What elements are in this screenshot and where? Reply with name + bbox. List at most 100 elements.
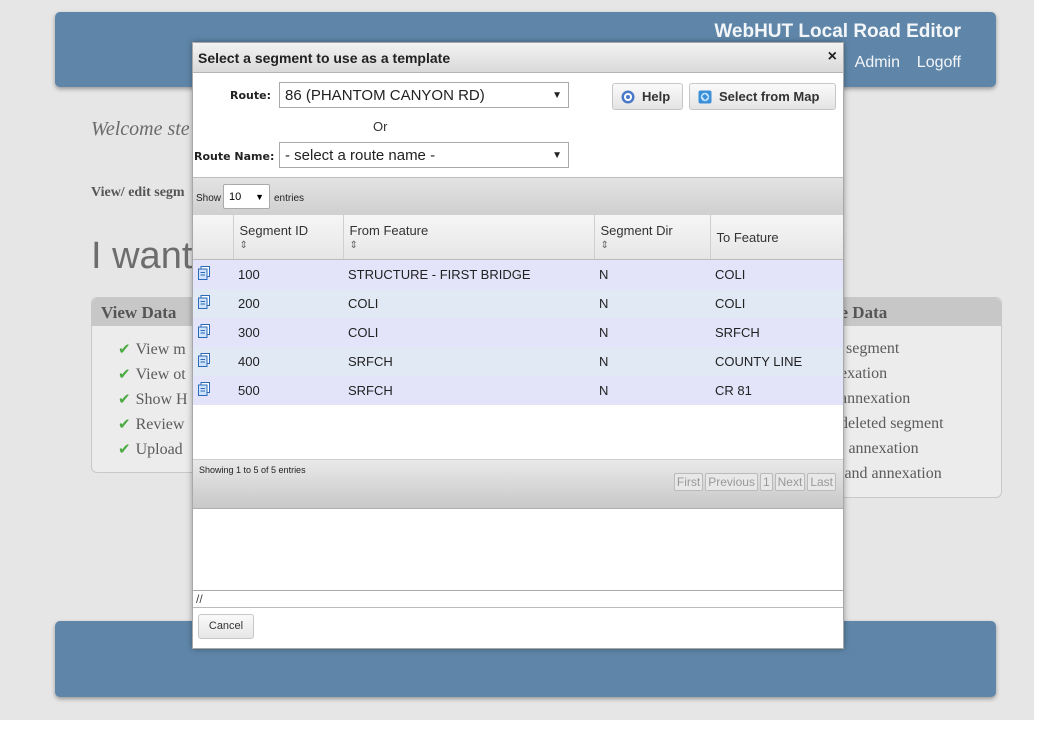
view-data-item-label: Upload (135, 441, 183, 458)
route-label: Route: (230, 89, 271, 102)
table-row[interactable]: 500 SRFCH N CR 81 (193, 376, 843, 405)
help-button-label: Help (642, 89, 671, 104)
copy-icon[interactable] (198, 295, 210, 309)
column-header-label: To Feature (716, 229, 779, 245)
segment-dir-cell: N (594, 347, 710, 376)
table-footer: Showing 1 to 5 of 5 entries First Previo… (193, 459, 843, 509)
table-row[interactable]: 400 SRFCH N COUNTY LINE (193, 347, 843, 376)
segment-id-cell: 300 (233, 318, 343, 347)
view-data-item-label: Show H (135, 391, 188, 408)
sort-icon: ⇕ (349, 240, 358, 251)
app-title: WebHUT Local Road Editor (714, 21, 961, 42)
column-header-label: From Feature (349, 223, 429, 238)
copy-icon[interactable] (198, 324, 210, 338)
table-toolbar: Show 10 ▼ entries (193, 177, 843, 217)
copy-icon[interactable] (198, 266, 210, 280)
to-feature-cell: COLI (710, 289, 843, 318)
page-1-button[interactable]: 1 (759, 473, 773, 491)
from-feature-cell: COLI (343, 289, 594, 318)
view-data-item-label: View m (135, 341, 186, 358)
to-feature-cell: COUNTY LINE (710, 347, 843, 376)
dialog-title: Select a segment to use as a template (198, 50, 451, 66)
save-data-item[interactable]: exation (840, 365, 887, 383)
check-icon: ✔ (118, 342, 131, 358)
copy-cell[interactable] (193, 289, 233, 318)
copy-icon[interactable] (198, 353, 210, 367)
to-feature-cell: COLI (710, 259, 843, 289)
sort-icon: ⇕ (239, 240, 248, 251)
column-header-from-feature[interactable]: From Feature ⇕ (343, 215, 595, 260)
last-page-button[interactable]: Last (807, 473, 836, 491)
route-select-value: 86 (PHANTOM CANYON RD) (285, 87, 485, 104)
check-icon: ✔ (118, 392, 131, 408)
previous-page-button[interactable]: Previous (705, 473, 758, 491)
table-row[interactable]: 100 STRUCTURE - FIRST BRIDGE N COLI (193, 259, 843, 289)
select-from-map-button[interactable]: Select from Map (689, 83, 836, 110)
welcome-text: Welcome ste (91, 118, 190, 140)
first-page-button[interactable]: First (673, 473, 704, 491)
view-data-item[interactable]: ✔ Review (118, 415, 184, 434)
copy-cell[interactable] (193, 347, 233, 376)
segments-table: Segment ID ⇕ From Feature ⇕ Segment Dir ⇕ T… (193, 215, 843, 405)
cancel-button[interactable]: Cancel (198, 614, 254, 639)
view-data-item[interactable]: ✔ View ot (118, 365, 186, 384)
copy-cell[interactable] (193, 318, 233, 347)
column-header-label: Segment ID (239, 223, 309, 238)
segment-dir-cell: N (594, 376, 710, 405)
from-feature-cell: COLI (343, 318, 594, 347)
dialog-titlebar[interactable]: Select a segment to use as a template × (193, 43, 843, 73)
resize-handle-icon[interactable]: // (196, 592, 203, 606)
show-label: Show (196, 193, 222, 204)
to-feature-cell: CR 81 (710, 376, 843, 405)
select-segment-dialog: Select a segment to use as a template × … (192, 42, 844, 649)
to-feature-cell: SRFCH (710, 318, 843, 347)
view-edit-segment-link[interactable]: View/ edit segm (91, 185, 185, 201)
column-header-to-feature[interactable]: To Feature (710, 215, 843, 260)
next-page-button[interactable]: Next (774, 473, 806, 491)
view-data-item[interactable]: ✔ Show H (118, 390, 188, 409)
from-feature-cell: STRUCTURE - FIRST BRIDGE (343, 259, 594, 289)
view-data-item[interactable]: ✔ View m (118, 340, 186, 359)
check-icon: ✔ (118, 367, 131, 383)
select-from-map-label: Select from Map (719, 89, 820, 104)
route-name-select[interactable]: - select a route name - ▼ (279, 142, 569, 168)
page-length-select[interactable]: 10 ▼ (223, 184, 270, 209)
close-icon[interactable]: × (828, 48, 837, 66)
save-data-item[interactable]: annexation (840, 390, 910, 408)
route-name-label: Route Name: (194, 150, 275, 163)
chevron-down-icon: ▼ (255, 192, 264, 202)
view-data-item-label: Review (135, 416, 185, 433)
save-data-item[interactable]: deleted segment (840, 415, 944, 433)
column-header-action (193, 215, 234, 260)
save-data-item[interactable]: l annexation (840, 440, 919, 458)
table-info: Showing 1 to 5 of 5 entries (199, 465, 306, 475)
view-data-item[interactable]: ✔ Upload (118, 440, 183, 459)
copy-icon[interactable] (198, 382, 210, 396)
from-feature-cell: SRFCH (343, 376, 594, 405)
map-icon (698, 90, 712, 104)
help-button[interactable]: Help (612, 83, 683, 110)
segment-id-cell: 500 (233, 376, 343, 405)
segment-dir-cell: N (594, 318, 710, 347)
column-header-segment-dir[interactable]: Segment Dir ⇕ (594, 215, 711, 260)
resize-bar: // (193, 590, 843, 608)
check-icon: ✔ (118, 442, 131, 458)
logoff-link[interactable]: Logoff (917, 54, 961, 72)
segment-id-cell: 200 (233, 289, 343, 318)
save-data-item[interactable]: land annexation (840, 465, 942, 483)
table-row[interactable]: 300 COLI N SRFCH (193, 318, 843, 347)
sort-icon: ⇕ (600, 240, 609, 251)
save-data-item[interactable]: segment (846, 340, 899, 358)
route-name-select-value: - select a route name - (285, 147, 436, 164)
route-select[interactable]: 86 (PHANTOM CANYON RD) ▼ (279, 82, 569, 108)
check-icon: ✔ (118, 417, 131, 433)
column-header-segment-id[interactable]: Segment ID ⇕ (233, 215, 344, 260)
copy-cell[interactable] (193, 259, 233, 289)
segment-dir-cell: N (594, 289, 710, 318)
table-row[interactable]: 200 COLI N COLI (193, 289, 843, 318)
admin-link[interactable]: Admin (855, 54, 900, 72)
segment-id-cell: 100 (233, 259, 343, 289)
segment-id-cell: 400 (233, 347, 343, 376)
segment-dir-cell: N (594, 259, 710, 289)
copy-cell[interactable] (193, 376, 233, 405)
